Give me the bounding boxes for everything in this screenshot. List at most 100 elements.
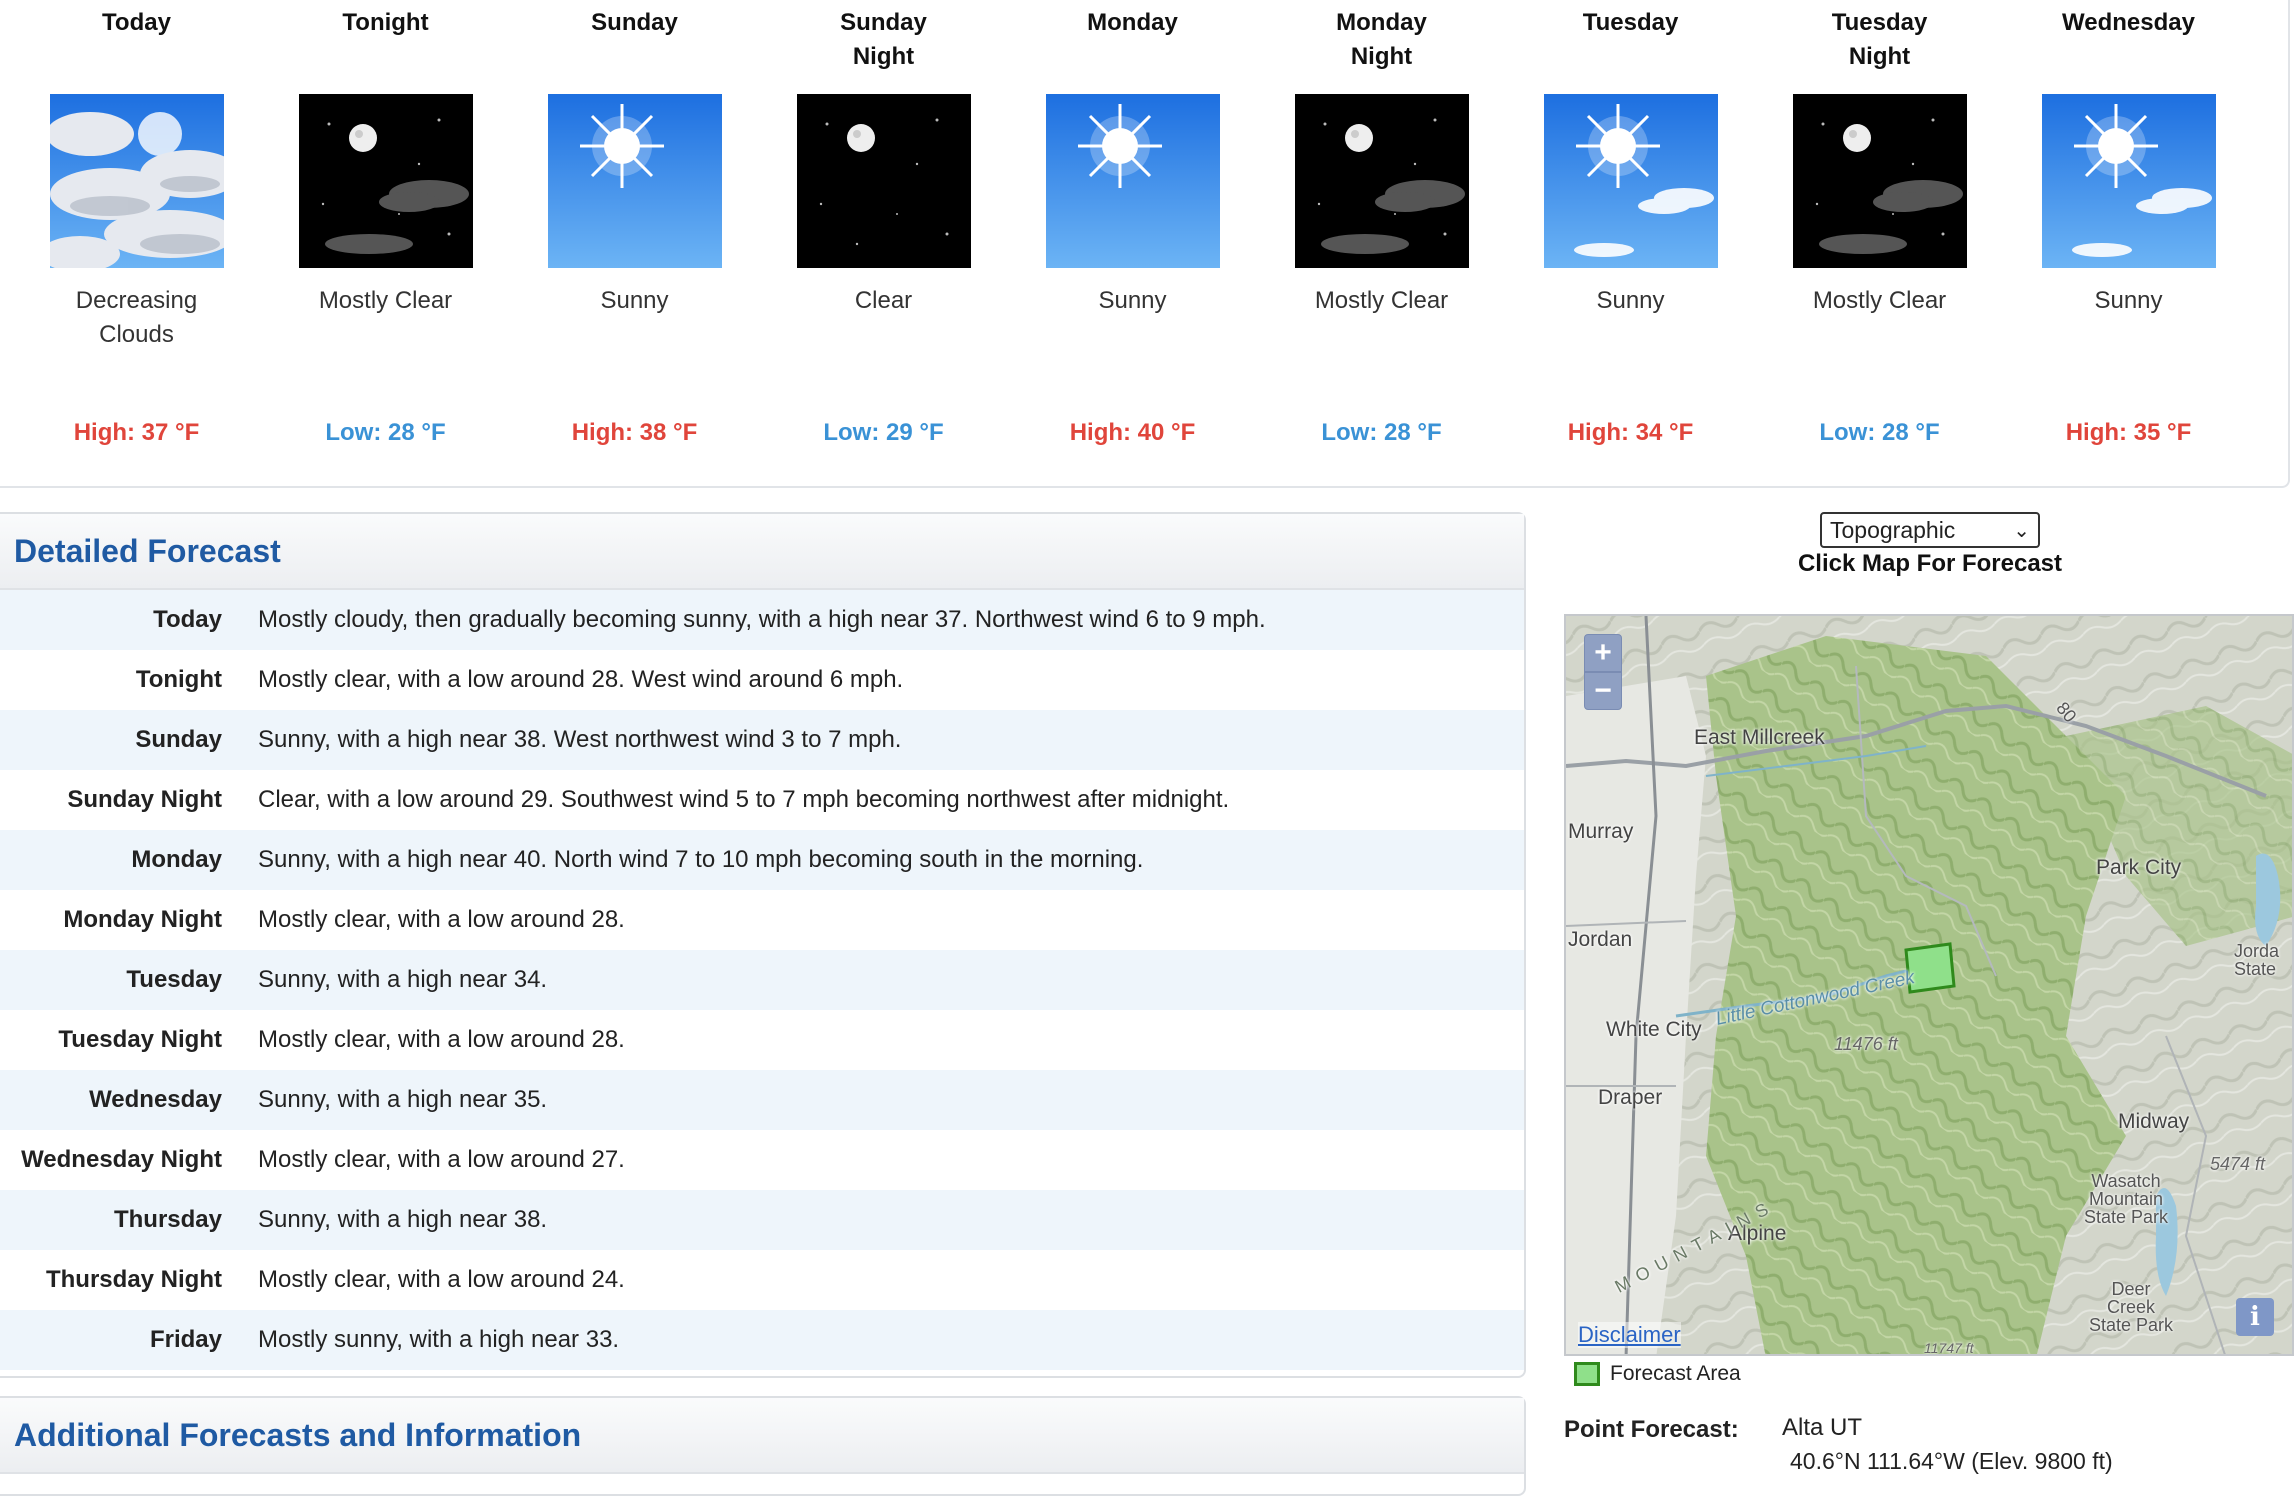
period-name: Sunday [591,9,678,36]
forecast-row-label: Friday [149,1326,222,1353]
map-label-elevation-midway: 5474 ft [2210,1154,2266,1174]
map-label-wasatch: Wasatch Mountain State Park [2083,1171,2169,1227]
forecast-row-text: Mostly cloudy, then gradually becoming s… [258,606,1266,633]
low-temperature: Low: 29 °F [823,419,944,446]
decreasing-clouds-icon[interactable] [49,94,224,268]
period-description: Mostly Clear [1314,287,1449,314]
mostly-clear-night-icon[interactable] [1294,94,1469,268]
period-description: Sunny [1596,287,1665,314]
point-forecast-coords: 40.6°N 111.64°W (Elev. 9800 ft) [1790,1448,2113,1474]
forecast-row: Sunday Night Clear, with a low around 29.… [0,770,1524,830]
forecast-period[interactable]: Sunday Night Clear Low: 29 °F [759,0,1008,480]
forecast-row-label: Thursday Night [45,1266,222,1293]
sunny-icon[interactable] [547,94,722,268]
period-description: Clear [854,287,913,314]
additional-forecasts-title[interactable]: Additional Forecasts and Information [14,1417,581,1454]
forecast-row-label: Wednesday [89,1086,222,1113]
forecast-row: Thursday Sunny, with a high near 38. [0,1190,1524,1250]
forecast-row-text: Sunny, with a high near 34. [258,966,548,993]
period-name: Sunday Night [840,9,927,70]
high-temperature: High: 34 °F [1567,419,1694,446]
forecast-row-text: Mostly clear, with a low around 27. [258,1146,625,1173]
forecast-row: Monday Sunny, with a high near 40. North … [0,830,1524,890]
mostly-clear-night-icon[interactable] [1792,94,1967,268]
period-description: Sunny [2094,287,2163,314]
forecast-row-text: Clear, with a low around 29. Southwest w… [258,786,1230,813]
forecast-row-text: Mostly clear, with a low around 28. West… [258,666,904,693]
detailed-forecast-body: Today Mostly cloudy, then gradually becom… [0,590,1524,1370]
forecast-period[interactable]: Monday Night Mostly Clear Low: 28 °F [1257,0,1506,480]
forecast-row-label: Wednesday Night [21,1146,222,1173]
forecast-row-label: Sunday [135,726,222,753]
period-description: Sunny [600,287,669,314]
sunny-few-clouds-icon[interactable] [1543,94,1718,268]
map-legend: Forecast Area [1574,1362,1741,1386]
forecast-row-text: Sunny, with a high near 38. West northwe… [258,726,902,753]
forecast-row: Tonight Mostly clear, with a low around 2… [0,650,1524,710]
forecast-row-label: Thursday [113,1206,222,1233]
map-label-jordan-state: Jorda State [2234,941,2280,979]
forecast-row-text: Mostly clear, with a low around 28. [258,906,625,933]
additional-forecasts-panel: Additional Forecasts and Information [0,1396,1526,1496]
forecast-row-label: Sunday Night [67,786,222,813]
map-label-midway: Midway [2118,1110,2190,1133]
mostly-clear-night-icon[interactable] [298,94,473,268]
map-label-deer-creek: Deer Creek State Park [2088,1279,2174,1335]
period-name: Tuesday Night [1831,9,1928,70]
map-type-select[interactable]: Topographic ⌄ [1820,512,2040,548]
forecast-row-text: Sunny, with a high near 35. [258,1086,548,1113]
period-description: Sunny [1098,287,1167,314]
period-name: Monday Night [1336,9,1427,70]
forecast-row: Wednesday Sunny, with a high near 35. [0,1070,1524,1130]
forecast-row-text: Mostly clear, with a low around 28. [258,1026,625,1053]
period-name: Tuesday [1582,9,1679,36]
forecast-row-text: Mostly sunny, with a high near 33. [258,1326,620,1353]
map-label-east-millcreek: East Millcreek [1694,726,1825,749]
map-label-elevation-south: 11747 ft [1924,1340,1974,1356]
period-description: Mostly Clear [1812,287,1947,314]
map-label-jordan: Jordan [1568,928,1633,951]
forecast-period[interactable]: Tuesday Sunny High: 34 °F [1506,0,1755,480]
disclaimer-link[interactable]: Disclaimer [1578,1322,1681,1348]
forecast-row-label: Monday [131,846,222,873]
forecast-area-swatch-icon [1574,1362,1600,1386]
forecast-row-label: Tuesday [126,966,222,993]
detailed-forecast-title: Detailed Forecast [14,532,281,569]
forecast-period[interactable]: Today Decreasing Clouds High: 37 °F [12,0,261,480]
forecast-row-text: Mostly clear, with a low around 24. [258,1266,625,1293]
info-icon[interactable]: i [2236,1298,2274,1336]
period-name: Wednesday [2062,9,2195,36]
forecast-period[interactable]: Tonight Mostly Clear Low: 28 °F [261,0,510,480]
clear-night-icon[interactable] [796,94,971,268]
detailed-forecast-panel: Detailed Forecast Today Mostly cloudy, th… [0,512,1526,1378]
low-temperature: Low: 28 °F [325,419,446,446]
forecast-row-label: Today [153,606,222,633]
sunny-few-clouds-icon[interactable] [2041,94,2216,268]
forecast-period[interactable]: Tuesday Night Mostly Clear Low: 28 °F [1755,0,2004,480]
low-temperature: Low: 28 °F [1819,419,1940,446]
period-name: Today [102,9,171,36]
forecast-period[interactable]: Monday Sunny High: 40 °F [1008,0,1257,480]
forecast-map[interactable]: East Millcreek Murray Jordan White City … [1564,614,2294,1356]
point-forecast-label: Point Forecast: [1564,1416,1739,1443]
additional-forecasts-header: Additional Forecasts and Information [0,1398,1524,1474]
sunny-icon[interactable] [1045,94,1220,268]
period-name: Monday [1087,9,1178,36]
forecast-row: Sunday Sunny, with a high near 38. West n… [0,710,1524,770]
zoom-out-button[interactable]: − [1584,672,1622,710]
point-forecast-name: Alta UT [1782,1414,1863,1441]
forecast-row-text: Sunny, with a high near 38. [258,1206,548,1233]
high-temperature: High: 37 °F [73,419,200,446]
map-label-murray: Murray [1568,820,1634,843]
forecast-row-label: Tonight [135,666,222,693]
map-caption: Click Map For Forecast [1797,550,2063,577]
map-label-white-city: White City [1606,1018,1702,1041]
high-temperature: High: 35 °F [2065,419,2192,446]
forecast-row-text: Sunny, with a high near 40. North wind 7… [258,846,1144,873]
map-label-park-city: Park City [2096,856,2182,879]
detailed-forecast-header: Detailed Forecast [0,514,1524,590]
zoom-in-button[interactable]: + [1584,634,1622,672]
forecast-period[interactable]: Wednesday Sunny High: 35 °F [2004,0,2253,480]
forecast-period[interactable]: Sunday Sunny High: 38 °F [510,0,759,480]
forecast-row-label: Monday Night [63,906,222,933]
